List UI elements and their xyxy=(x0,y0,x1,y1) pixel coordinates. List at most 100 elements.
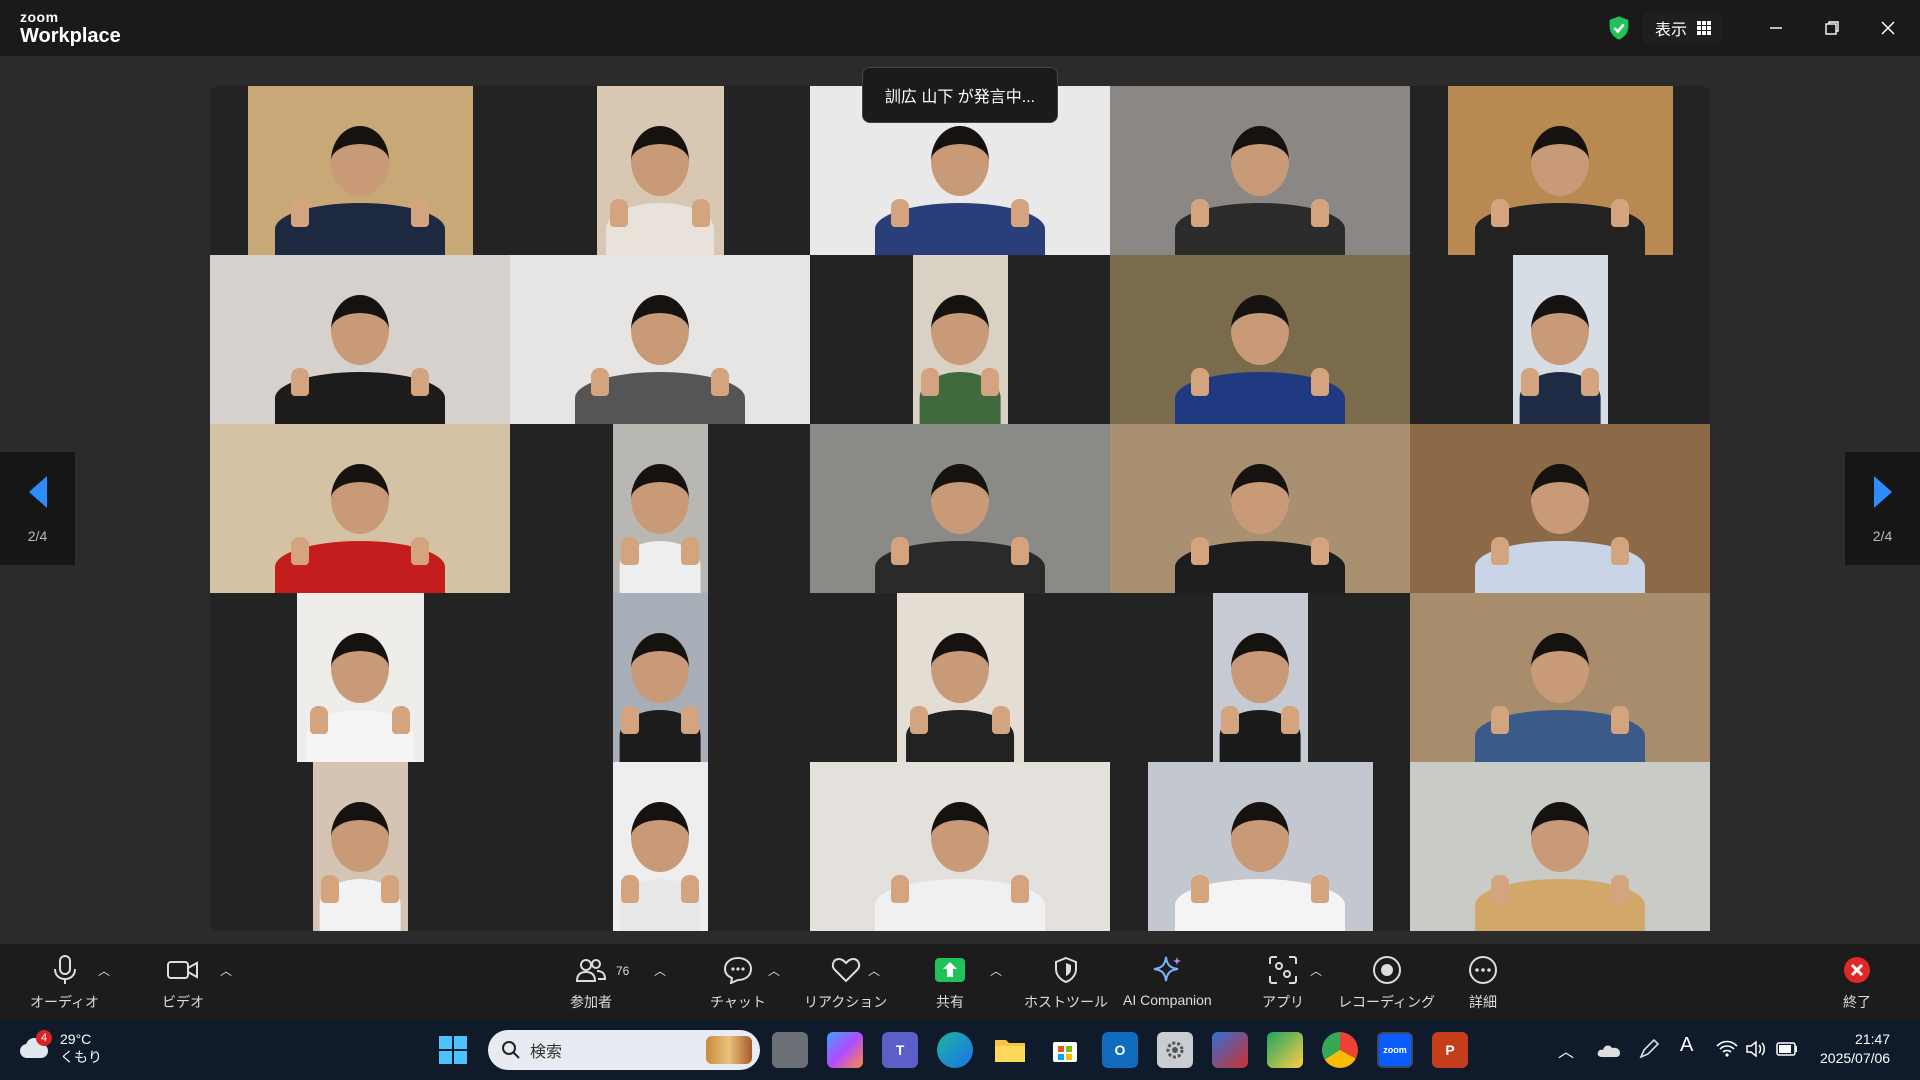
participant-video-tile[interactable] xyxy=(810,593,1110,762)
close-window-button[interactable] xyxy=(1868,10,1908,46)
view-button[interactable]: 表示 xyxy=(1643,12,1724,44)
participant-head xyxy=(931,464,989,534)
tray-overflow-chevron-icon[interactable]: ︿ xyxy=(1558,1038,1574,1062)
pinned-app-icon[interactable] xyxy=(1212,1032,1248,1068)
participant-video xyxy=(612,593,708,762)
participants-button[interactable]: 参加者 xyxy=(570,954,612,1012)
weather-widget[interactable]: 4 29°C くもり xyxy=(18,1030,102,1066)
thumbs-up-gesture xyxy=(1520,368,1539,396)
thumbs-up-gesture xyxy=(681,706,700,734)
taskbar-search[interactable]: 検索 xyxy=(488,1030,760,1070)
previous-page-button[interactable]: 2/4 xyxy=(0,452,75,565)
participant-video-tile[interactable] xyxy=(210,424,510,593)
powerpoint-icon[interactable]: P xyxy=(1432,1032,1468,1068)
minimize-button[interactable] xyxy=(1756,10,1796,46)
search-highlight-image xyxy=(706,1036,752,1064)
audio-options-chevron-icon[interactable]: ︿ xyxy=(98,962,110,979)
pen-input-icon[interactable] xyxy=(1636,1036,1662,1062)
participant-video-tile[interactable] xyxy=(210,593,510,762)
participant-video-tile[interactable] xyxy=(510,762,810,931)
thumbs-up-gesture xyxy=(1491,199,1509,227)
chat-button[interactable]: チャット xyxy=(710,954,766,1012)
copilot-icon[interactable] xyxy=(827,1032,863,1068)
search-placeholder: 検索 xyxy=(530,1044,563,1061)
participant-video-tile[interactable] xyxy=(1410,762,1710,931)
brand-small: zoom xyxy=(20,9,59,25)
settings-app-icon[interactable] xyxy=(1157,1032,1193,1068)
zoom-taskbar-icon[interactable]: zoom xyxy=(1377,1032,1413,1068)
microsoft-store-icon[interactable] xyxy=(1047,1032,1083,1068)
participant-video-tile[interactable] xyxy=(210,255,510,424)
participants-options-chevron-icon[interactable]: ︿ xyxy=(654,962,666,979)
participant-video-tile[interactable] xyxy=(1410,86,1710,255)
thumbs-up-gesture xyxy=(891,875,909,903)
outlook-icon[interactable]: O xyxy=(1102,1032,1138,1068)
end-meeting-button[interactable]: 終了 xyxy=(1842,954,1872,1012)
participant-video xyxy=(810,424,1110,593)
chrome-icon[interactable] xyxy=(1322,1032,1358,1068)
apps-button[interactable]: アプリ xyxy=(1262,954,1304,1012)
participant-head xyxy=(1531,464,1589,534)
ime-mode-icon[interactable]: A xyxy=(1680,1034,1693,1057)
participant-video-tile[interactable] xyxy=(210,86,510,255)
share-screen-icon xyxy=(935,958,965,982)
reactions-label: リアクション xyxy=(804,994,888,1010)
ai-companion-button[interactable]: AI Companion xyxy=(1123,954,1212,1008)
participant-video-tile[interactable] xyxy=(1110,424,1410,593)
system-clock[interactable]: 21:47 2025/07/06 xyxy=(1820,1030,1890,1068)
wifi-icon[interactable] xyxy=(1714,1036,1740,1062)
file-explorer-icon[interactable] xyxy=(992,1032,1028,1068)
audio-button[interactable]: オーディオ xyxy=(30,954,99,1012)
apps-options-chevron-icon[interactable]: ︿ xyxy=(1310,962,1322,979)
participant-head xyxy=(931,295,989,365)
google-chat-icon[interactable] xyxy=(1267,1032,1303,1068)
participant-video-tile[interactable] xyxy=(210,762,510,931)
participant-video-tile[interactable] xyxy=(1110,762,1410,931)
thumbs-up-gesture xyxy=(1611,875,1629,903)
participant-video-tile[interactable] xyxy=(510,424,810,593)
host-tools-button[interactable]: ホストツール xyxy=(1024,954,1108,1012)
volume-icon[interactable] xyxy=(1744,1036,1770,1062)
thumbs-up-gesture xyxy=(1011,537,1029,565)
next-page-button[interactable]: 2/4 xyxy=(1845,452,1920,565)
teams-icon[interactable]: T xyxy=(882,1032,918,1068)
encryption-shield-icon[interactable] xyxy=(1605,14,1633,42)
thumbs-up-gesture xyxy=(1311,368,1329,396)
battery-icon[interactable] xyxy=(1774,1036,1800,1062)
edge-browser-icon[interactable] xyxy=(937,1032,973,1068)
thumbs-up-gesture xyxy=(1581,368,1600,396)
share-button[interactable]: 共有 xyxy=(934,954,966,1012)
more-label: 詳細 xyxy=(1469,994,1497,1010)
onedrive-icon[interactable] xyxy=(1596,1036,1622,1062)
participant-video-tile[interactable] xyxy=(810,762,1110,931)
participant-head xyxy=(631,464,689,534)
task-view-icon[interactable] xyxy=(772,1032,808,1068)
participant-video-tile[interactable] xyxy=(1410,593,1710,762)
video-options-chevron-icon[interactable]: ︿ xyxy=(220,962,232,979)
thumbs-up-gesture xyxy=(291,537,309,565)
restore-button[interactable] xyxy=(1812,10,1852,46)
video-button[interactable]: ビデオ xyxy=(162,954,204,1012)
participant-video-tile[interactable] xyxy=(1110,593,1410,762)
participant-video-tile[interactable] xyxy=(1110,255,1410,424)
participant-video-tile[interactable] xyxy=(510,255,810,424)
participant-video-tile[interactable] xyxy=(1410,424,1710,593)
reactions-options-chevron-icon[interactable]: ︿ xyxy=(868,962,880,979)
participant-video-tile[interactable] xyxy=(510,86,810,255)
thumbs-up-gesture xyxy=(411,537,429,565)
thumbs-up-gesture xyxy=(411,199,429,227)
thumbs-up-gesture xyxy=(620,875,639,903)
start-button[interactable] xyxy=(435,1032,471,1068)
share-options-chevron-icon[interactable]: ︿ xyxy=(990,962,1002,979)
participant-video-tile[interactable] xyxy=(810,255,1110,424)
thumbs-up-gesture xyxy=(411,368,429,396)
chat-options-chevron-icon[interactable]: ︿ xyxy=(768,962,780,979)
participant-video-tile[interactable] xyxy=(810,424,1110,593)
recording-button[interactable]: レコーディング xyxy=(1338,954,1435,1012)
more-button[interactable]: 詳細 xyxy=(1468,954,1498,1012)
cloud-icon: 4 xyxy=(18,1030,52,1062)
view-label: 表示 xyxy=(1655,22,1688,39)
participant-video-tile[interactable] xyxy=(1110,86,1410,255)
participant-video-tile[interactable] xyxy=(510,593,810,762)
participant-video-tile[interactable] xyxy=(1410,255,1710,424)
